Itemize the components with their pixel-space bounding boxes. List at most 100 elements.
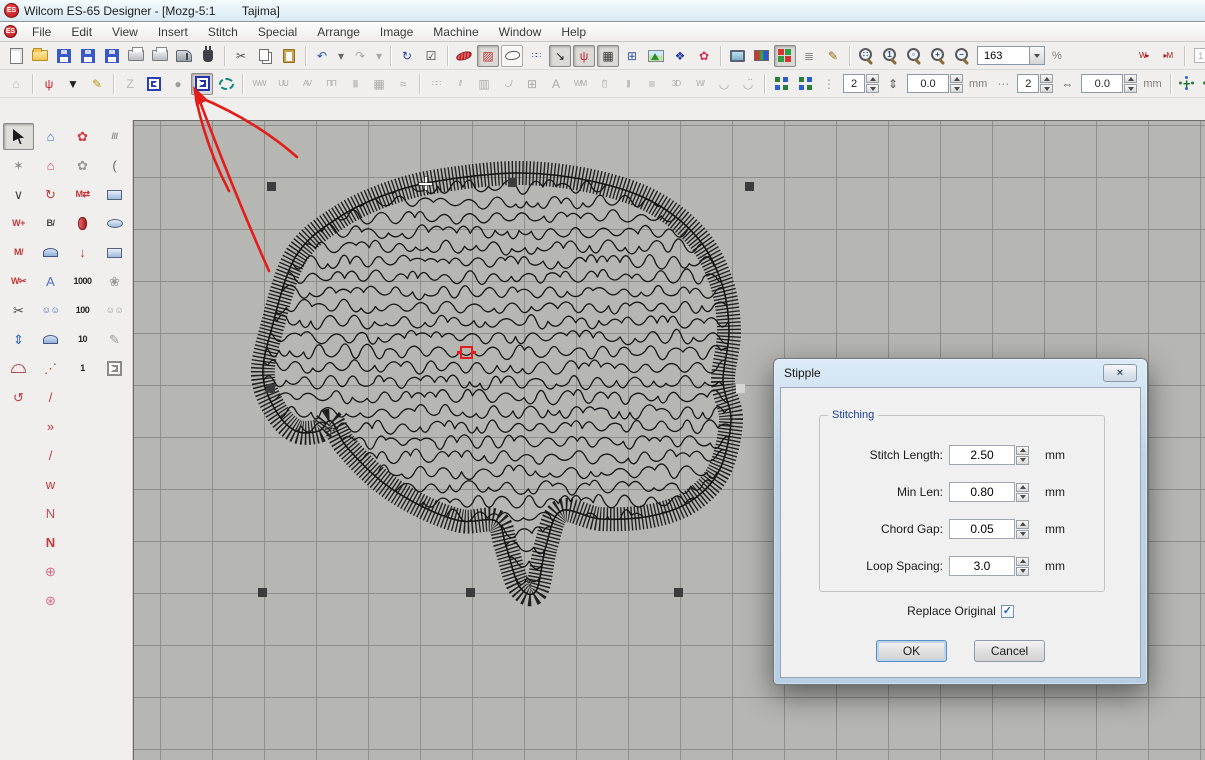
kaleidoscope-2-button[interactable] xyxy=(1200,73,1205,95)
hoop-layout-1-button[interactable]: 1 xyxy=(1190,45,1205,67)
col-spacing-spinner[interactable] xyxy=(1081,74,1123,93)
brush-tool[interactable]: ✎ xyxy=(99,326,130,353)
e-stitch-button[interactable]: ΠΠ xyxy=(320,73,342,95)
row-spacing-spinner-down[interactable] xyxy=(950,84,963,93)
knife-tool[interactable]: ∨ xyxy=(3,181,34,208)
circle-star-tool[interactable]: ⊕ xyxy=(35,558,66,585)
menu-view[interactable]: View xyxy=(102,22,148,41)
stitch-length-input[interactable] xyxy=(949,445,1015,465)
col-spacing-icon[interactable]: ⇔ xyxy=(1056,73,1078,95)
design-window-button[interactable] xyxy=(726,45,748,67)
cut-stitch-tool[interactable]: W✂ xyxy=(3,268,34,295)
zoom-combo-dropdown[interactable] xyxy=(1029,46,1045,65)
replace-original-checkbox[interactable]: ✓ xyxy=(1001,605,1014,618)
wm-zigzag-button[interactable]: WM xyxy=(569,73,591,95)
spacing-1-tool[interactable]: 1 xyxy=(67,355,98,382)
dome-nodes-tool[interactable] xyxy=(35,326,66,353)
undo-dropdown[interactable]: ▾ xyxy=(335,45,347,67)
contour-a-button[interactable]: ◡ xyxy=(713,73,735,95)
wave-fill-button[interactable]: ≈ xyxy=(392,73,414,95)
selection-handle[interactable] xyxy=(266,384,275,393)
select-tool[interactable] xyxy=(3,123,34,150)
menu-image[interactable]: Image xyxy=(370,22,423,41)
vessel-tool[interactable] xyxy=(67,210,98,237)
reshape-object-tool[interactable]: ⌂ xyxy=(35,152,66,179)
fan-tool[interactable] xyxy=(3,355,34,382)
kaleidoscope-button[interactable] xyxy=(1176,73,1198,95)
lettering-tool[interactable]: A xyxy=(35,268,66,295)
team-names-tool[interactable]: ☺☺ xyxy=(35,297,66,324)
columns-dots-icon[interactable]: ⋯ xyxy=(992,73,1014,95)
send-to-machine-button[interactable] xyxy=(173,45,195,67)
loop-spacing-input[interactable] xyxy=(949,556,1015,576)
sculpture-run-tool[interactable]: w xyxy=(35,471,66,498)
columns-spinner-up[interactable] xyxy=(1040,74,1053,83)
print-preview-button[interactable] xyxy=(149,45,171,67)
convert-to-machine-button[interactable]: ▸M xyxy=(1157,45,1179,67)
mirror-horizontal-button[interactable] xyxy=(770,73,792,95)
dome-tool[interactable] xyxy=(35,239,66,266)
dialog-close-button[interactable]: × xyxy=(1103,364,1137,382)
stipple-fill-tool[interactable] xyxy=(99,355,130,382)
columns-spinner-down[interactable] xyxy=(1040,84,1053,93)
flip-loop-tool[interactable]: ↺ xyxy=(3,384,34,411)
columns-spinner[interactable] xyxy=(1017,74,1039,93)
connect-machine-button[interactable] xyxy=(197,45,219,67)
remove-overlap-tool[interactable]: B/ xyxy=(35,210,66,237)
hoop-template-button[interactable]: ⌂ xyxy=(5,73,27,95)
thread-colors-button[interactable] xyxy=(750,45,772,67)
line-fill2-button[interactable]: ||| xyxy=(617,73,639,95)
corner-shape-tool[interactable] xyxy=(99,181,130,208)
zoom-fit-button[interactable]: ∷ xyxy=(855,45,877,67)
grid-fill-button[interactable]: ▦ xyxy=(368,73,390,95)
stitch-list-button[interactable]: ≣ xyxy=(798,45,820,67)
monogram-tool[interactable]: ❀ xyxy=(99,268,130,295)
fill-hole-button[interactable]: ● xyxy=(167,73,189,95)
rows-spinner-down[interactable] xyxy=(866,84,879,93)
zoom-out-button[interactable]: − xyxy=(951,45,973,67)
object-center-marker[interactable] xyxy=(460,346,473,359)
zigzag-run-tool[interactable]: M⇄ xyxy=(67,181,98,208)
outline-offset-button[interactable] xyxy=(143,73,165,95)
show-needle-points-button[interactable]: ∷∷ xyxy=(525,45,547,67)
zoom-1to1-button[interactable]: 1 xyxy=(879,45,901,67)
show-background-button[interactable] xyxy=(645,45,667,67)
contour-b-button[interactable]: ◡̈ xyxy=(737,73,759,95)
redo-button[interactable]: ↷ xyxy=(349,45,371,67)
column-satin-tool[interactable]: N xyxy=(35,529,66,556)
row-spacing-icon[interactable]: ⇕ xyxy=(882,73,904,95)
column-outline-tool[interactable]: N xyxy=(35,500,66,527)
show-grid-button[interactable]: ▦ xyxy=(597,45,619,67)
redo-dropdown[interactable]: ▾ xyxy=(373,45,385,67)
satin-line-tool[interactable]: / xyxy=(35,384,66,411)
copy-button[interactable] xyxy=(254,45,276,67)
feather-stitch-button[interactable]: A xyxy=(545,73,567,95)
add-node-button[interactable]: ✎ xyxy=(86,73,108,95)
show-penetrations-button[interactable]: ψ xyxy=(573,45,595,67)
cut-button[interactable]: ✂ xyxy=(230,45,252,67)
undo-button[interactable]: ↶ xyxy=(311,45,333,67)
menu-stitch[interactable]: Stitch xyxy=(198,22,248,41)
arc-tool[interactable]: ( xyxy=(99,152,130,179)
show-connectors-button[interactable]: ↘ xyxy=(549,45,571,67)
rows-spinner-up[interactable] xyxy=(866,74,879,83)
rectangle-tool[interactable] xyxy=(99,239,130,266)
selection-handle[interactable] xyxy=(745,182,754,191)
menu-machine[interactable]: Machine xyxy=(423,22,488,41)
fur-effect-button[interactable]: W/ xyxy=(689,73,711,95)
mirror-vertical-button[interactable] xyxy=(794,73,816,95)
menu-insert[interactable]: Insert xyxy=(148,22,198,41)
zoom-level-combo[interactable] xyxy=(977,46,1029,65)
new-button[interactable] xyxy=(5,45,27,67)
selection-handle[interactable] xyxy=(466,588,475,597)
selection-handle[interactable] xyxy=(258,588,267,597)
save-machine-file-button[interactable] xyxy=(77,45,99,67)
row-spacing-spinner[interactable] xyxy=(907,74,949,93)
spacing-100-tool[interactable]: 100 xyxy=(67,297,98,324)
reshape-tool[interactable]: ⌂ xyxy=(35,123,66,150)
open-button[interactable] xyxy=(29,45,51,67)
col-spacing-spinner-down[interactable] xyxy=(1124,84,1137,93)
tatami-stitch-button[interactable]: UU xyxy=(272,73,294,95)
motif-edit-tool[interactable]: ✿ xyxy=(67,152,98,179)
curved-fill-button[interactable]: ◡/ xyxy=(497,73,519,95)
